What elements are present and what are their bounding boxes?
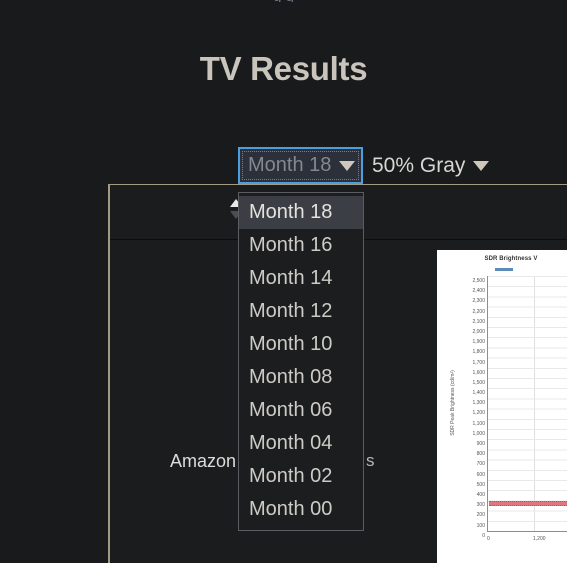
chart-x-tick: 0 [487, 536, 490, 542]
month-option[interactable]: Month 02 [239, 460, 363, 493]
chart-y-tick: 400 [476, 491, 485, 498]
chart-y-tick: 500 [476, 481, 485, 488]
month-select[interactable]: Month 18 [238, 147, 363, 184]
chart-y-tick: 2,000 [472, 328, 485, 335]
chart-y-tick: 100 [476, 522, 485, 529]
month-option[interactable]: Month 04 [239, 427, 363, 460]
chart-y-tick: 1,700 [472, 359, 485, 366]
chart-y-tick: 2,400 [472, 288, 485, 295]
chart-title: SDR Brightness V [484, 256, 538, 262]
chart-plot-area [487, 276, 567, 532]
chart-y-tick: 2,500 [472, 278, 485, 284]
chevron-down-icon [473, 160, 490, 171]
month-option[interactable]: Month 14 [239, 262, 363, 295]
month-option[interactable]: Month 16 [239, 229, 363, 262]
chart-y-tick: 800 [476, 451, 485, 458]
chart-y-tick: 900 [476, 441, 485, 447]
sdr-brightness-chart[interactable]: SDR Brightness V SDR Peak Brightness (cd… [437, 250, 567, 563]
chart-y-tick: 2,100 [472, 318, 485, 325]
chart-y-tick: 300 [476, 502, 485, 509]
month-option[interactable]: Month 18 [239, 196, 363, 229]
page-title: TV Results [199, 50, 368, 87]
chart-y-axis-ticks: 2,500 2,400 2,300 2,200 2,100 2,000 1,900 1,800… [449, 276, 485, 541]
chart-y-tick: 1,800 [472, 349, 485, 356]
chart-y-tick: 1,400 [472, 390, 485, 397]
chart-y-tick: 1,900 [472, 339, 485, 346]
month-option[interactable]: Month 12 [239, 295, 363, 328]
month-option[interactable]: Month 10 [239, 328, 363, 361]
chart-x-tick: 1,200 [533, 536, 546, 542]
chart-y-tick: 700 [476, 461, 485, 468]
chart-series-sdr-peak-brightness [489, 501, 567, 507]
table-row-brand: Amazon [170, 451, 237, 471]
month-option[interactable]: Month 00 [239, 493, 363, 526]
chart-y-tick: 1,300 [472, 400, 485, 407]
chart-y-tick: 600 [476, 471, 485, 478]
chart-y-tick: 0 [482, 532, 485, 539]
chevron-down-icon [339, 160, 356, 171]
chart-y-tick: 1,500 [472, 379, 485, 386]
pattern-select-value: 50% Gray [372, 153, 466, 177]
chart-y-tick: 1,600 [472, 369, 485, 376]
clipped-top-text: g g [0, 0, 567, 2]
chart-y-tick: 1,100 [472, 420, 485, 427]
pattern-select[interactable]: 50% Gray [372, 148, 490, 183]
month-option[interactable]: Month 06 [239, 394, 363, 427]
month-select-value: Month 18 [248, 154, 332, 176]
month-option[interactable]: Month 08 [239, 361, 363, 394]
chart-legend-swatch [495, 268, 513, 271]
table-row-trailing-text: s [366, 451, 375, 470]
chart-y-tick: 200 [476, 512, 485, 519]
chart-y-tick: 1,200 [472, 410, 485, 417]
chart-y-tick: 1,000 [472, 430, 485, 437]
chart-y-tick: 2,200 [472, 308, 485, 315]
chart-y-tick: 2,300 [472, 298, 485, 305]
month-select-options[interactable]: Month 18 Month 16 Month 14 Month 12 Month 10… [238, 192, 364, 531]
